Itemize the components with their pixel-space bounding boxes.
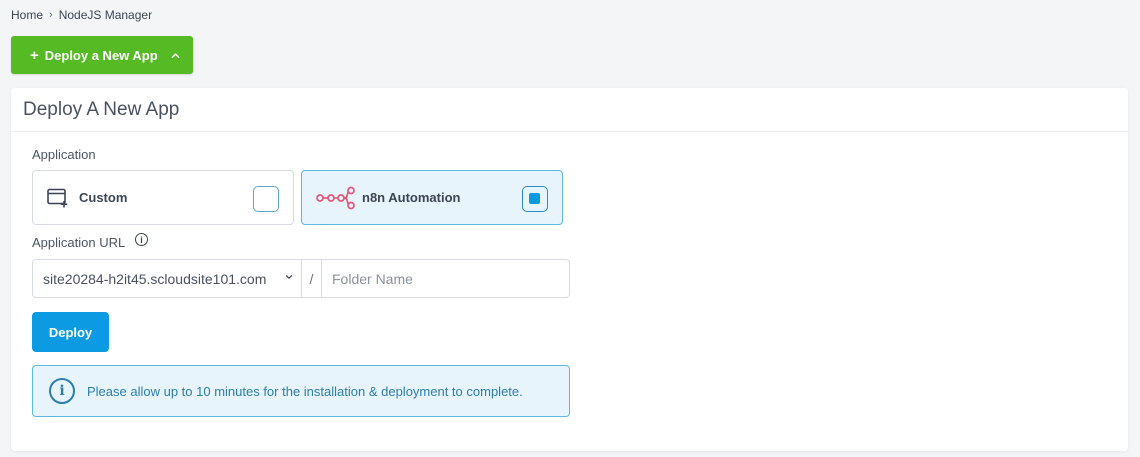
deploy-new-app-label: Deploy a New App <box>44 47 158 63</box>
folder-name-input[interactable] <box>322 260 569 297</box>
breadcrumb: Home › NodeJS Manager <box>11 8 152 22</box>
custom-app-icon <box>47 187 71 209</box>
app-option-custom-label: Custom <box>79 190 128 205</box>
n8n-checkbox[interactable] <box>522 186 548 212</box>
domain-select-value: site20284-h2it45.scloudsite101.com <box>43 270 267 287</box>
application-url-group: site20284-h2it45.scloudsite101.com / <box>32 259 570 298</box>
breadcrumb-current: NodeJS Manager <box>58 8 153 22</box>
info-notice: i Please allow up to 10 minutes for the … <box>32 365 570 417</box>
card-title: Deploy A New App <box>23 98 180 120</box>
chevron-down-icon <box>285 273 293 281</box>
deploy-new-app-toggle-button[interactable]: + Deploy a New App <box>11 36 193 74</box>
notice-text: Please allow up to 10 minutes for the in… <box>87 383 523 399</box>
custom-checkbox[interactable] <box>253 186 279 212</box>
app-option-n8n-label: n8n Automation <box>362 190 461 205</box>
deploy-app-card: Deploy A New App Application Custom n8n … <box>11 88 1128 451</box>
chevron-up-icon <box>171 52 180 58</box>
n8n-logo-icon <box>316 186 356 209</box>
deploy-button[interactable]: Deploy <box>32 312 109 352</box>
breadcrumb-home-link[interactable]: Home <box>11 8 43 22</box>
app-option-custom[interactable]: Custom <box>32 170 294 225</box>
breadcrumb-separator: › <box>49 9 53 21</box>
plus-icon: + <box>30 46 39 64</box>
url-path-separator: / <box>302 260 322 297</box>
application-label: Application <box>32 147 96 162</box>
domain-select[interactable]: site20284-h2it45.scloudsite101.com <box>33 260 302 297</box>
application-url-label: Application URL <box>32 235 126 250</box>
info-circle-icon: i <box>49 378 75 404</box>
card-header: Deploy A New App <box>11 88 1128 132</box>
info-icon[interactable]: i <box>135 233 148 246</box>
app-option-n8n[interactable]: n8n Automation <box>301 170 563 225</box>
